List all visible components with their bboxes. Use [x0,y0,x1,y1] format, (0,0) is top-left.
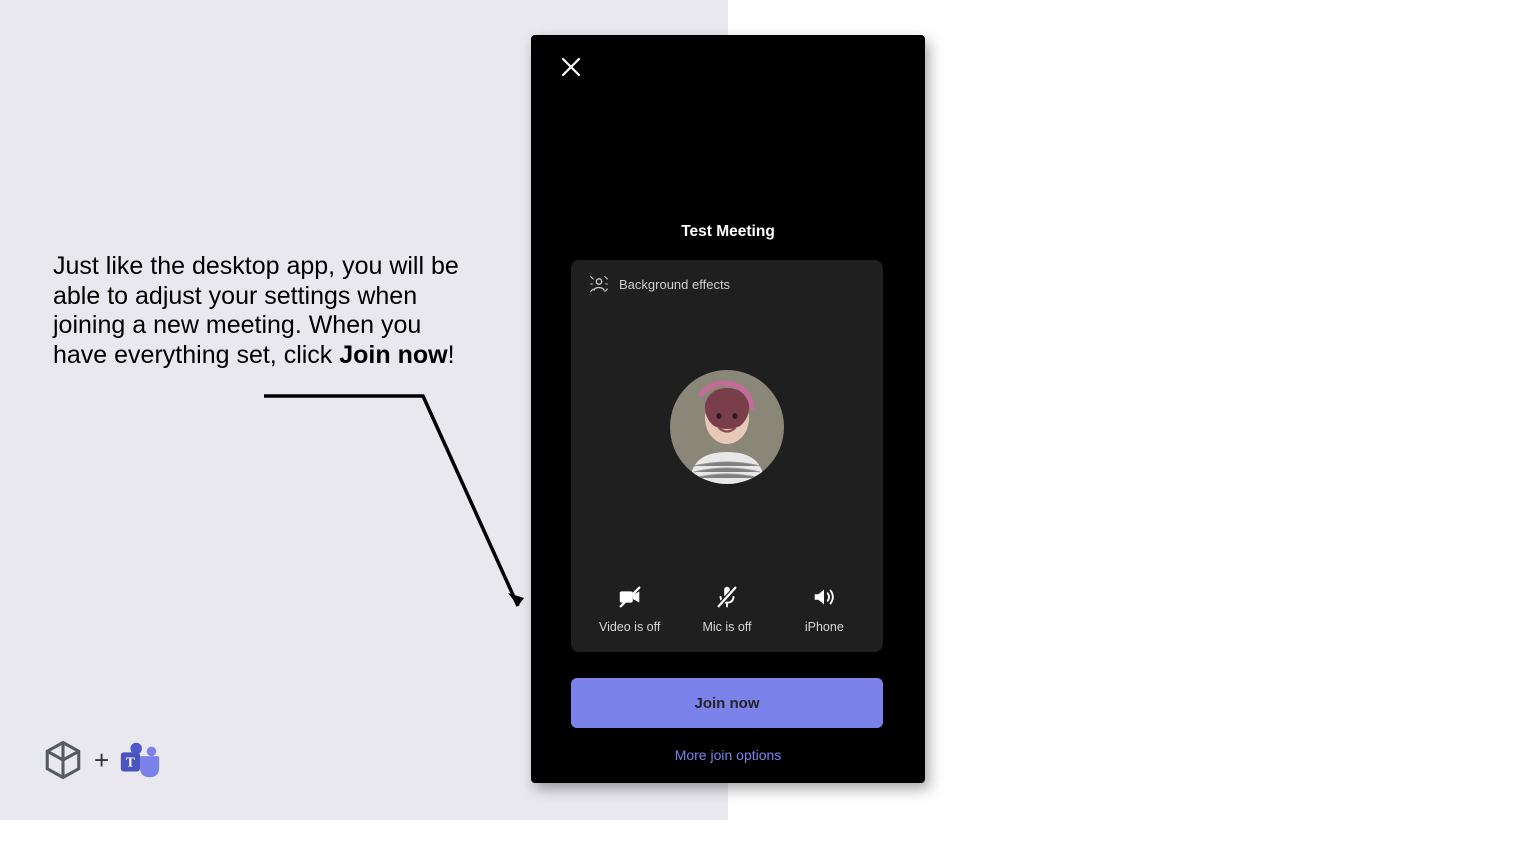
video-preview-card: Background effects [571,260,883,652]
teams-logo-icon: T [117,737,163,783]
video-off-icon [617,584,643,610]
video-toggle-button[interactable]: Video is off [585,584,675,634]
user-avatar [670,370,784,484]
mic-toggle-button[interactable]: Mic is off [682,584,772,634]
instruction-text-tail: ! [448,341,455,369]
speaker-icon [811,584,837,610]
meeting-title: Test Meeting [531,223,925,241]
footer-logos: + T [40,737,163,783]
join-now-label: Join now [695,695,760,712]
mic-status-label: Mic is off [702,620,751,634]
instruction-paragraph: Just like the desktop app, you will be a… [53,252,463,370]
av-controls-row: Video is off Mic is off iPhone [571,584,883,634]
avatar-image [670,370,784,484]
background-effects-icon [589,274,609,294]
instruction-text-bold: Join now [339,341,447,369]
mobile-join-screen: Test Meeting Background effects [531,35,925,783]
video-status-label: Video is off [599,620,660,634]
more-join-options-label: More join options [675,747,782,763]
background-effects-label: Background effects [619,277,730,292]
close-icon [559,55,583,79]
pointer-arrow [258,390,538,620]
audio-output-label: iPhone [805,620,844,634]
plus-icon: + [94,745,109,776]
audio-output-button[interactable]: iPhone [779,584,869,634]
close-button[interactable] [559,55,583,79]
join-now-button[interactable]: Join now [571,678,883,728]
mic-off-icon [714,584,740,610]
sandbox-logo-icon [40,737,86,783]
svg-text:T: T [126,755,135,770]
background-effects-button[interactable]: Background effects [589,274,730,294]
more-join-options-link[interactable]: More join options [531,747,925,763]
